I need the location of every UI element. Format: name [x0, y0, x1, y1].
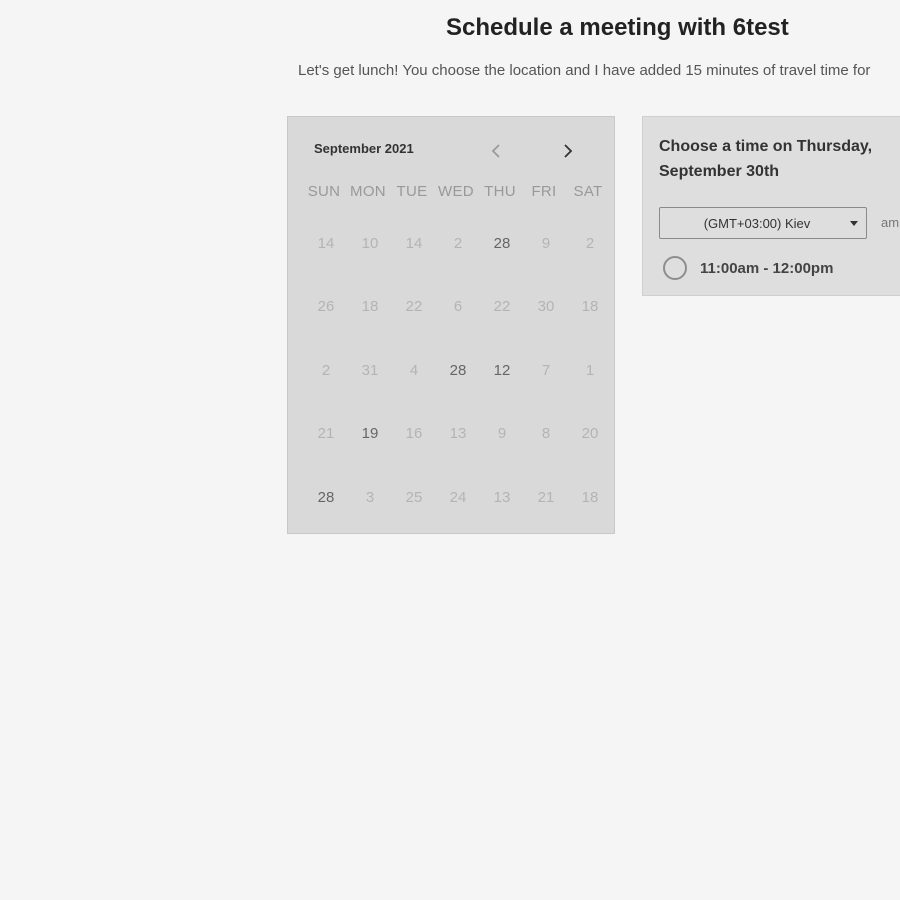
- calendar-day: 21: [537, 488, 555, 506]
- calendar-day: 20: [581, 425, 599, 442]
- calendar-day-available[interactable]: 28: [436, 352, 480, 388]
- weekday-label: SUN: [307, 183, 341, 200]
- time-panel-title-line1: Choose a time on Thursday,: [659, 138, 873, 155]
- next-month-button[interactable]: [556, 139, 580, 163]
- calendar-day: 10: [361, 234, 379, 252]
- calendar-panel: September 2021 SUN MON TUE WED THU FRI SAT 14 1…: [287, 116, 615, 534]
- page-title: Schedule a meeting with 6test: [446, 14, 789, 41]
- weekday-label: FRI: [531, 183, 557, 200]
- calendar-day: 22: [405, 298, 423, 315]
- calendar-day-grid: 14 10 14 2 28 9 2 26 18 22 6 22 30 18 2 31 4 28 12 7 1 21 19 16…: [304, 225, 612, 543]
- calendar-day: 13: [493, 488, 511, 506]
- calendar-day: 7: [541, 361, 551, 379]
- time-slot-label: 11:00am - 12:00pm: [700, 259, 834, 277]
- time-selection-panel: Choose a time on Thursday, September 30t…: [642, 116, 900, 296]
- chevron-left-icon: [491, 144, 500, 158]
- time-slot-option[interactable]: 11:00am - 12:00pm: [663, 256, 833, 280]
- calendar-header: September 2021: [288, 117, 614, 177]
- calendar-day: 2: [453, 234, 463, 252]
- calendar-day: 14: [405, 234, 423, 252]
- calendar-day: 1: [585, 361, 595, 379]
- calendar-day-available[interactable]: 19: [348, 416, 392, 452]
- radio-button[interactable]: [663, 256, 687, 280]
- calendar-day: 2: [321, 361, 331, 379]
- calendar-day: 26: [317, 298, 335, 315]
- chevron-right-icon: [564, 144, 573, 158]
- calendar-day: 25: [405, 488, 423, 506]
- calendar-day: 22: [493, 298, 511, 315]
- ampm-toggle[interactable]: am: [881, 215, 899, 230]
- calendar-day: 21: [317, 425, 335, 442]
- calendar-day: 9: [497, 425, 507, 442]
- calendar-day-available[interactable]: 12: [480, 352, 524, 388]
- weekday-label: MON: [350, 183, 386, 200]
- weekday-header-row: SUN MON TUE WED THU FRI SAT: [302, 183, 610, 200]
- timezone-select[interactable]: (GMT+03:00) Kiev: [659, 207, 867, 239]
- time-panel-heading: Choose a time on Thursday, September 30t…: [659, 134, 899, 184]
- calendar-day: 18: [361, 298, 379, 315]
- weekday-label: THU: [484, 183, 516, 200]
- calendar-day: 18: [581, 488, 599, 506]
- calendar-day-available[interactable]: 28: [480, 225, 524, 261]
- calendar-day: 6: [453, 298, 463, 315]
- scheduling-page: Schedule a meeting with 6test Let's get …: [0, 0, 900, 900]
- calendar-day: 30: [537, 298, 555, 315]
- prev-month-button[interactable]: [484, 139, 508, 163]
- month-label: September 2021: [314, 141, 414, 156]
- calendar-day: 31: [361, 361, 379, 379]
- calendar-day: 13: [449, 425, 467, 442]
- caret-down-icon: [842, 220, 866, 226]
- time-panel-title-line2: September 30th: [659, 163, 780, 180]
- calendar-day: 4: [409, 361, 419, 379]
- calendar-day: 18: [581, 298, 599, 315]
- calendar-day: 8: [541, 425, 551, 442]
- calendar-day: 24: [449, 488, 467, 506]
- calendar-day: 3: [365, 488, 375, 506]
- meeting-description: Let's get lunch! You choose the location…: [298, 62, 871, 79]
- calendar-day: 14: [317, 234, 335, 252]
- timezone-value: (GMT+03:00) Kiev: [703, 215, 811, 231]
- calendar-day: 9: [541, 234, 551, 252]
- weekday-label: SAT: [573, 183, 603, 200]
- calendar-day-available[interactable]: 28: [304, 479, 348, 515]
- calendar-day: 2: [585, 234, 595, 252]
- calendar-day: 16: [405, 425, 423, 442]
- weekday-label: TUE: [396, 183, 428, 200]
- weekday-label: WED: [438, 183, 474, 200]
